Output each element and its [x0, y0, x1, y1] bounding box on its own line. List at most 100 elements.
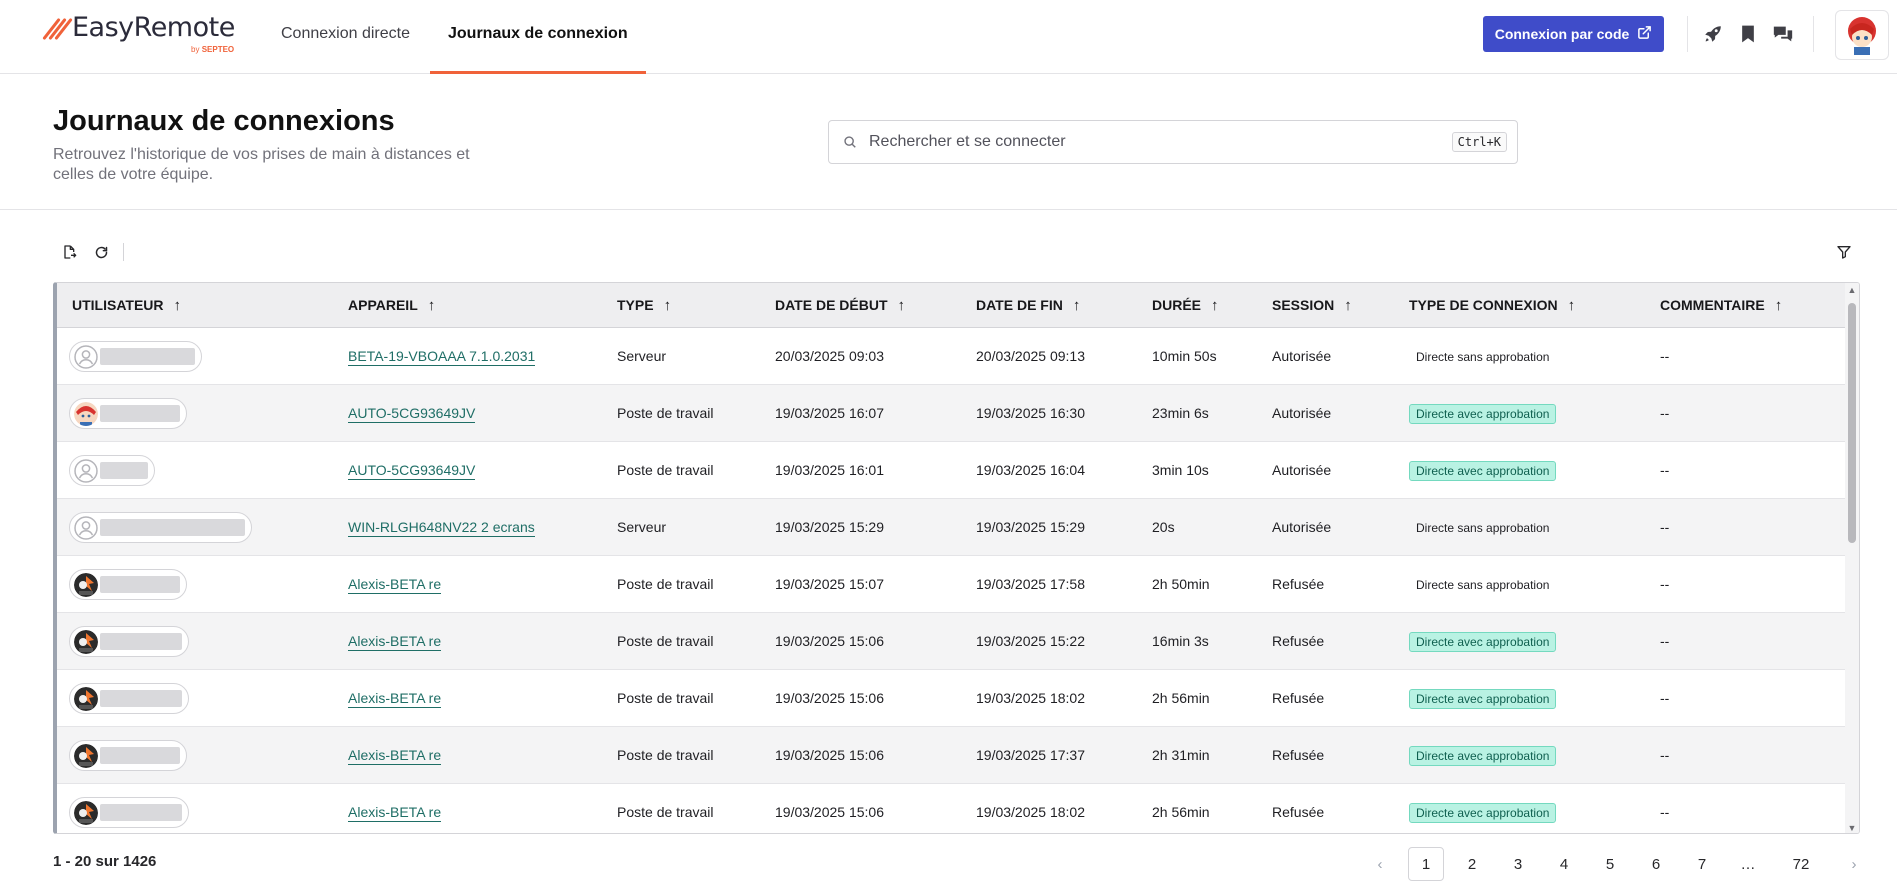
user-chip[interactable] [69, 569, 187, 600]
column-header-commentaire[interactable]: COMMENTAIRE ↑ [1660, 283, 1782, 328]
page-header: Journaux de connexions Retrouvez l'histo… [0, 75, 1897, 210]
cell-start-date: 19/03/2025 15:06 [775, 690, 884, 706]
cell-session: Autorisée [1272, 519, 1332, 535]
cell-comment: -- [1660, 519, 1670, 535]
user-chip[interactable] [69, 398, 187, 429]
cell-duration: 2h 50min [1152, 576, 1210, 592]
cell-type: Poste de travail [617, 747, 714, 763]
sort-arrow-icon: ↑ [897, 297, 906, 314]
redacted-user-name [100, 690, 182, 707]
column-header-appareil[interactable]: APPAREIL ↑ [348, 283, 435, 328]
connection-type-badge: Directe sans approbation [1416, 350, 1550, 365]
user-avatar-icon [74, 629, 98, 654]
page-button[interactable]: 72 [1771, 847, 1831, 881]
cell-connection-type: Directe avec approbation [1409, 784, 1557, 833]
cell-connection-type: Directe avec approbation [1409, 385, 1557, 441]
page-button[interactable]: 3 [1495, 847, 1541, 881]
cell-comment: -- [1660, 747, 1670, 763]
column-header-duree[interactable]: DURÉE ↑ [1152, 283, 1219, 328]
cell-session: Refusée [1272, 804, 1325, 820]
column-header-session[interactable]: SESSION ↑ [1272, 283, 1352, 328]
user-avatar[interactable] [1835, 10, 1889, 60]
cell-connection-type: Directe avec approbation [1409, 727, 1557, 783]
table-row[interactable]: WIN-RLGH648NV22 2 ecrans Serveur 19/03/202… [57, 499, 1847, 556]
filter-button[interactable] [1830, 238, 1858, 266]
table-row[interactable]: BETA-19-VBOAAA 7.1.0.2031 Serveur 20/03/20… [57, 328, 1847, 385]
cell-start-date: 19/03/2025 15:06 [775, 747, 884, 763]
pagination: ‹ 1 2 3 4 5 6 7 … 72 › [1357, 847, 1877, 881]
avatar-anime-icon [1848, 17, 1876, 55]
user-chip[interactable] [69, 740, 187, 771]
table-row[interactable]: Alexis-BETA re Poste de travail 19/03/2025… [57, 556, 1847, 613]
user-chip[interactable] [69, 683, 189, 714]
scroll-up-icon[interactable]: ▲ [1847, 285, 1857, 295]
cell-end-date: 19/03/2025 18:02 [976, 690, 1085, 706]
cell-duration: 3min 10s [1152, 462, 1209, 478]
chat-bubbles-icon[interactable] [1771, 22, 1795, 46]
cell-session: Refusée [1272, 690, 1325, 706]
table-row[interactable]: AUTO-5CG93649JV Poste de travail 19/03/202… [57, 385, 1847, 442]
table-scrollbar[interactable]: ▲ ▼ [1845, 283, 1859, 833]
cell-type: Poste de travail [617, 462, 714, 478]
redacted-user-name [100, 348, 195, 365]
device-link[interactable]: Alexis-BETA re [348, 784, 442, 833]
device-link[interactable]: Alexis-BETA re [348, 613, 442, 669]
device-link[interactable]: WIN-RLGH648NV22 2 ecrans [348, 499, 535, 555]
page-button[interactable]: 7 [1679, 847, 1725, 881]
device-link[interactable]: Alexis-BETA re [348, 556, 442, 612]
connection-type-badge: Directe avec approbation [1409, 461, 1557, 482]
user-chip[interactable] [69, 455, 155, 486]
easyremote-logo[interactable]: EasyRemote by SEPTEO [42, 14, 235, 54]
user-chip[interactable] [69, 626, 189, 657]
table-row[interactable]: Alexis-BETA re Poste de travail 19/03/2025… [57, 670, 1847, 727]
table-row[interactable]: AUTO-5CG93649JV Poste de travail 19/03/202… [57, 442, 1847, 499]
device-link[interactable]: Alexis-BETA re [348, 727, 442, 783]
rocket-icon[interactable] [1701, 22, 1725, 46]
device-link[interactable]: BETA-19-VBOAAA 7.1.0.2031 [348, 328, 536, 384]
page-button[interactable]: 6 [1633, 847, 1679, 881]
table-row[interactable]: Alexis-BETA re Poste de travail 19/03/2025… [57, 727, 1847, 784]
refresh-button[interactable] [85, 238, 117, 266]
table-row[interactable]: Alexis-BETA re Poste de travail 19/03/2025… [57, 784, 1847, 833]
tab-journaux-de-connexion[interactable]: Journaux de connexion [430, 0, 646, 74]
column-header-date-fin[interactable]: DATE DE FIN ↑ [976, 283, 1080, 328]
user-avatar-icon [74, 686, 98, 711]
column-header-type[interactable]: TYPE ↑ [617, 283, 671, 328]
cell-duration: 10min 50s [1152, 348, 1217, 364]
column-header-type-connexion[interactable]: TYPE DE CONNEXION ↑ [1409, 283, 1575, 328]
device-link[interactable]: AUTO-5CG93649JV [348, 442, 476, 498]
page-button[interactable]: 5 [1587, 847, 1633, 881]
tab-connexion-directe[interactable]: Connexion directe [263, 0, 428, 74]
cell-type: Serveur [617, 348, 667, 364]
previous-page-chevron-icon[interactable]: ‹ [1357, 847, 1403, 881]
device-link[interactable]: AUTO-5CG93649JV [348, 385, 476, 441]
page-button[interactable]: 4 [1541, 847, 1587, 881]
export-file-button[interactable] [53, 238, 85, 266]
scroll-down-icon[interactable]: ▼ [1847, 823, 1857, 833]
column-header-date-debut[interactable]: DATE DE DÉBUT ↑ [775, 283, 905, 328]
user-chip[interactable] [69, 341, 202, 372]
user-chip[interactable] [69, 797, 189, 828]
cell-type: Serveur [617, 519, 667, 535]
next-page-chevron-icon[interactable]: › [1831, 847, 1877, 881]
scroll-thumb[interactable] [1848, 303, 1856, 543]
code-connection-button[interactable]: Connexion par code [1483, 16, 1664, 52]
column-header-utilisateur[interactable]: UTILISATEUR ↑ [72, 283, 181, 328]
cell-connection-type: Directe avec approbation [1409, 670, 1557, 726]
cell-end-date: 19/03/2025 16:30 [976, 405, 1085, 421]
cell-session: Autorisée [1272, 462, 1332, 478]
bookmark-icon[interactable] [1736, 22, 1760, 46]
device-link[interactable]: Alexis-BETA re [348, 670, 442, 726]
user-chip[interactable] [69, 512, 252, 543]
search-input[interactable]: Rechercher et se connecter Ctrl+K [828, 120, 1518, 164]
cell-start-date: 20/03/2025 09:03 [775, 348, 884, 364]
export-file-icon [64, 245, 77, 259]
user-avatar-icon [74, 344, 98, 369]
pagination-ellipsis: … [1740, 855, 1756, 873]
cell-comment: -- [1660, 690, 1670, 706]
sort-arrow-icon: ↑ [1774, 297, 1783, 314]
redacted-user-name [100, 405, 180, 422]
table-row[interactable]: Alexis-BETA re Poste de travail 19/03/2025… [57, 613, 1847, 670]
page-button[interactable]: 2 [1449, 847, 1495, 881]
page-button[interactable]: 1 [1408, 847, 1444, 881]
